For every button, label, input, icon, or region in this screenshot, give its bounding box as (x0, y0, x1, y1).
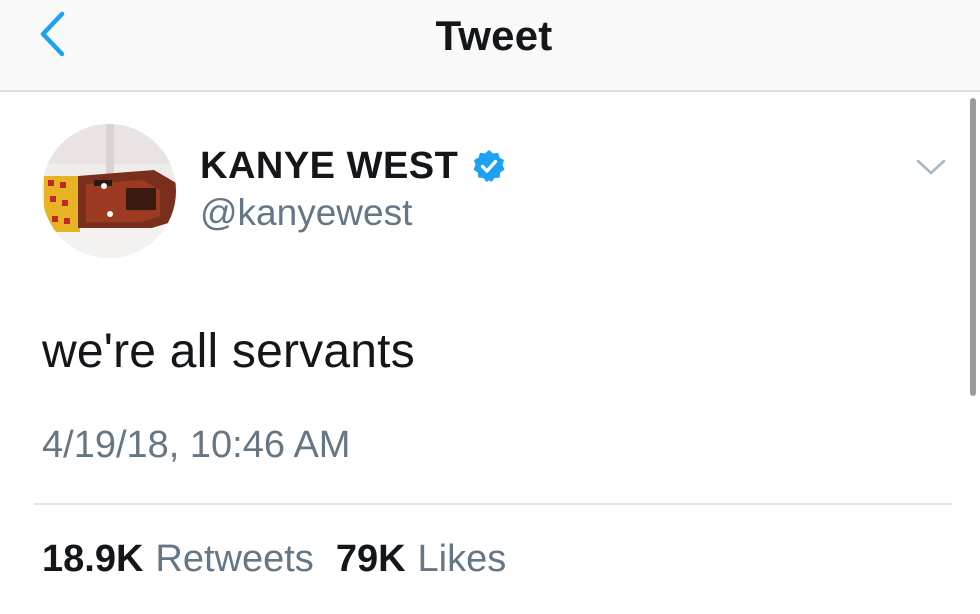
avatar[interactable] (42, 124, 176, 258)
retweets-count: 18.9K (42, 538, 144, 580)
tweet-detail-screen: Tweet KANYE WEST @kanyewest we're all se… (0, 0, 980, 614)
display-name[interactable]: KANYE WEST (200, 145, 458, 188)
tweet-stats: 18.9K Retweets 79K Likes (42, 538, 506, 581)
page-title: Tweet (435, 12, 553, 59)
likes-stat[interactable]: 79K Likes (336, 538, 506, 581)
likes-count: 79K (335, 538, 406, 580)
user-handle[interactable]: @kanyewest (200, 192, 412, 234)
scrollbar[interactable] (970, 98, 976, 396)
chevron-down-icon (916, 159, 946, 175)
retweets-stat[interactable]: 18.9K Retweets (42, 538, 314, 581)
divider (34, 503, 952, 505)
tweet-menu-button[interactable] (908, 150, 954, 184)
retweets-label: Retweets (155, 538, 314, 580)
tweet-text: we're all servants (42, 325, 415, 378)
likes-label: Likes (417, 538, 507, 580)
avatar-image (42, 124, 176, 258)
author-name-row[interactable]: KANYE WEST (200, 142, 506, 190)
verified-badge-icon (473, 150, 505, 182)
tweet-timestamp: 4/19/18, 10:46 AM (42, 424, 351, 466)
navigation-bar: Tweet (0, 0, 980, 92)
